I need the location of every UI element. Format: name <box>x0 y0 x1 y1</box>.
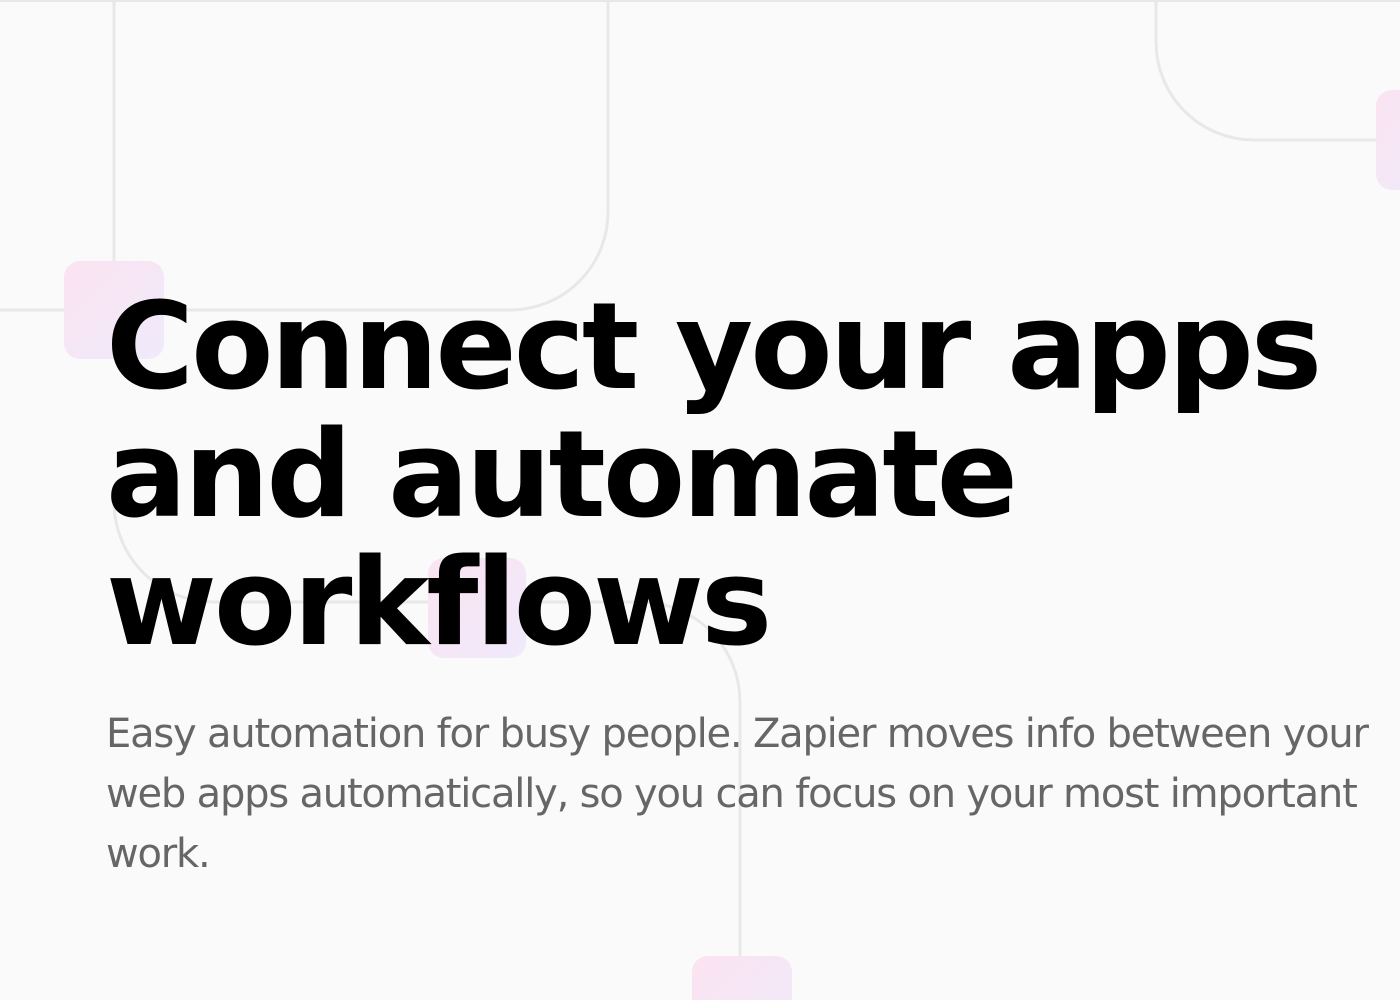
decorative-tile <box>1376 90 1400 190</box>
hero-subtitle: Easy automation for busy people. Zapier … <box>106 711 1369 877</box>
hero-title: Connect your apps and automate workflows <box>106 278 1322 673</box>
hero-page: Connect your apps and automate workflows… <box>0 0 1400 1000</box>
decorative-tile <box>692 956 792 1000</box>
connector-line-top-right <box>1154 2 1400 142</box>
